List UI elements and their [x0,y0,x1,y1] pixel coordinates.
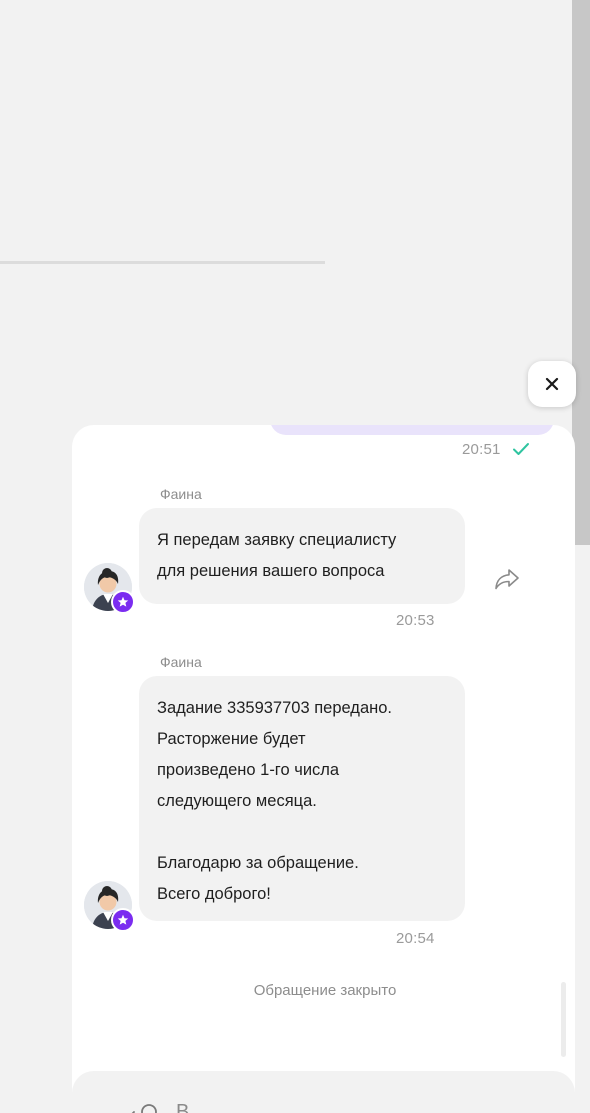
operator-star-badge [111,590,135,614]
close-chat-button[interactable] [528,361,576,407]
conversation-closed-status: Обращение закрыто [253,982,397,999]
read-check-icon [513,443,529,455]
star-icon [117,596,129,607]
message-sender: Фаина [160,654,202,670]
forward-icon[interactable] [492,565,522,593]
attach-icon[interactable] [126,1102,162,1113]
message-sender: Фаина [160,486,202,502]
chat-scrollbar[interactable] [561,982,566,1057]
message-bubble: Задание 335937703 передано. Расторжение … [139,676,465,921]
page-divider [0,261,325,264]
outgoing-message-bubble [270,425,554,435]
operator-star-badge [111,908,135,932]
star-icon [117,914,129,925]
operator-avatar [84,563,135,614]
chat-panel: 20:51 Фаина Я передам заявку специалисту… [72,425,575,1113]
message-input-placeholder[interactable]: В [176,1101,189,1113]
outgoing-message-time: 20:51 [462,441,501,458]
close-icon [545,377,559,391]
page: 20:51 Фаина Я передам заявку специалисту… [0,0,590,1113]
message-bubble: Я передам заявку специалисту для решения… [139,508,465,604]
operator-avatar [84,881,135,932]
message-time: 20:53 [396,612,435,629]
message-time: 20:54 [396,930,435,947]
message-input-area[interactable]: В [72,1071,575,1113]
